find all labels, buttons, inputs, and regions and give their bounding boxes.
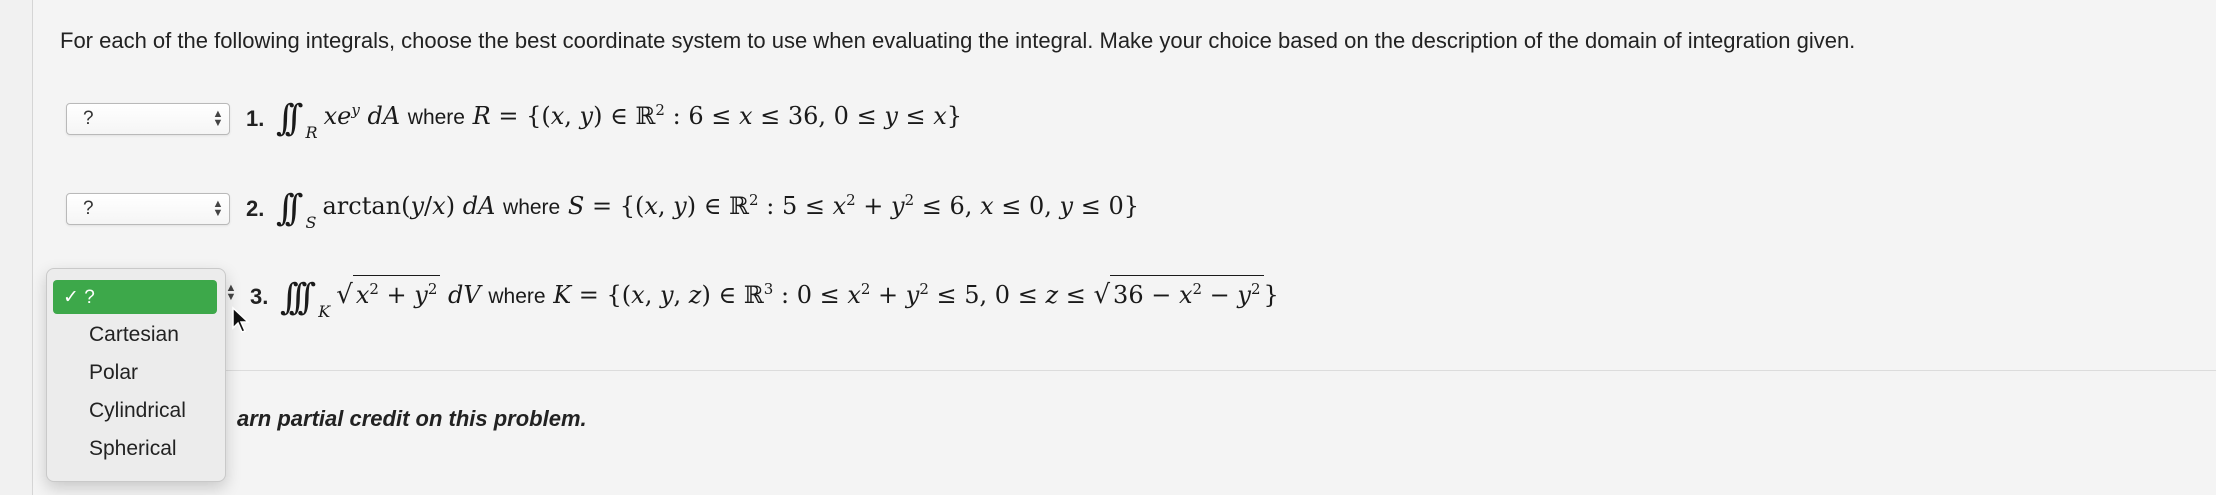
- option-polar[interactable]: Polar: [89, 361, 138, 385]
- select-arrows-icon: ▲ ▼: [212, 108, 224, 129]
- option-cylindrical[interactable]: Cylindrical: [89, 399, 186, 423]
- option-spherical[interactable]: Spherical: [89, 437, 177, 461]
- where-word-1: where: [407, 106, 465, 129]
- question-number-2: 2.: [246, 196, 265, 221]
- coordinate-select-1[interactable]: ? ▲ ▼: [66, 103, 230, 135]
- section-divider: [220, 370, 2216, 371]
- coordinate-select-2[interactable]: ? ▲ ▼: [66, 193, 230, 225]
- dropdown-selected-option[interactable]: ✓ ?: [53, 280, 217, 314]
- where-word-3: where: [488, 285, 546, 308]
- where-word-2: where: [503, 196, 561, 219]
- integral-2: ∫∫ Sarctan(y/x) dA where S = {(x, y) ∈ ℝ2…: [276, 188, 1139, 232]
- question-number-1: 1.: [246, 106, 265, 131]
- select-value-2: ?: [83, 198, 94, 219]
- coordinate-dropdown-menu-3[interactable]: ✓ ? Cartesian Polar Cylindrical Spherica…: [46, 268, 226, 482]
- partial-credit-note: arn partial credit on this problem.: [237, 406, 587, 431]
- question-number-3: 3.: [250, 284, 269, 309]
- mouse-cursor-icon: [232, 306, 250, 333]
- integral-1: ∫∫ Rxey dA where R = {(x, y) ∈ ℝ2 : 6 ≤ x…: [276, 98, 963, 142]
- integral-3: ∫∫∫ K√ x2 + y2 dV where K = {(x, y, z) ∈ ℝ…: [280, 275, 1279, 321]
- select-arrows-icon: ▲ ▼: [212, 198, 224, 219]
- option-cartesian[interactable]: Cartesian: [89, 323, 179, 347]
- select-value-1: ?: [83, 108, 94, 129]
- instructions-text: For each of the following integrals, cho…: [60, 28, 1856, 53]
